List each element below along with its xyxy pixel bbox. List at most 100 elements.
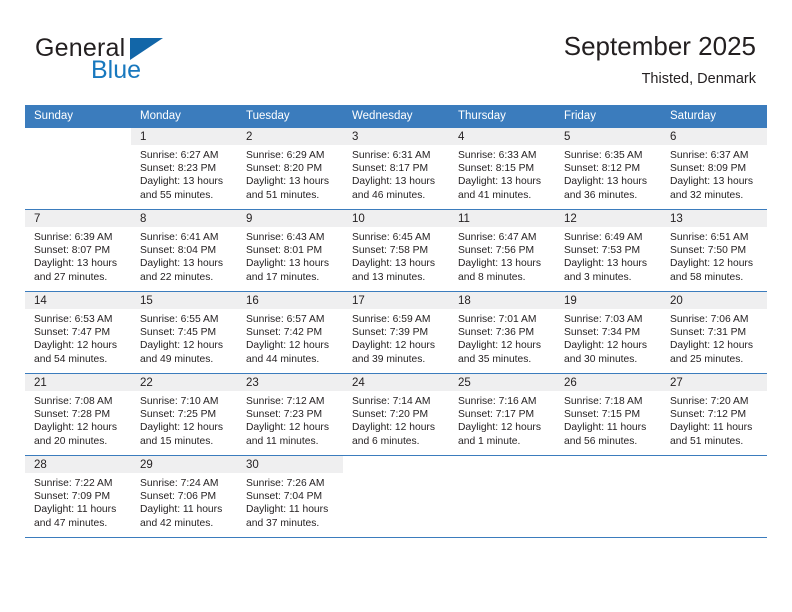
day-number-bar	[25, 128, 131, 145]
day-info-line: Sunrise: 6:51 AM	[670, 232, 749, 243]
day-number: 5	[564, 131, 571, 143]
day-info-line: Daylight: 11 hours	[140, 504, 223, 516]
day-info-line: and 36 minutes.	[564, 189, 638, 201]
day-cell-14[interactable]: 14 Sunrise: 6:53 AM Sunset: 7:47 PM Dayligh…	[25, 291, 131, 373]
day-number-bar: 14	[25, 292, 131, 309]
day-info-line: Sunrise: 7:06 AM	[670, 314, 749, 325]
day-info-line: Sunrise: 7:03 AM	[564, 314, 643, 325]
day-sun-info: Sunrise: 6:53 AM Sunset: 7:47 PM Daylight:…	[25, 309, 131, 366]
weekday-header-wednesday: Wednesday	[343, 105, 449, 127]
day-cell-13[interactable]: 13 Sunrise: 6:51 AM Sunset: 7:50 PM Dayligh…	[661, 209, 767, 291]
day-cell-4[interactable]: 4 Sunrise: 6:33 AM Sunset: 8:15 PM Daylight…	[449, 127, 555, 209]
calendar-cell: 13 Sunrise: 6:51 AM Sunset: 7:50 PM Dayligh…	[661, 209, 767, 291]
calendar-week-row: 21 Sunrise: 7:08 AM Sunset: 7:28 PM Dayligh…	[25, 373, 767, 455]
day-info-line: and 55 minutes.	[140, 189, 214, 201]
day-number: 9	[246, 213, 253, 225]
calendar-cell: 9 Sunrise: 6:43 AM Sunset: 8:01 PM Daylight…	[237, 209, 343, 291]
day-number-bar: 6	[661, 128, 767, 145]
day-number-bar: 4	[449, 128, 555, 145]
day-cell-29[interactable]: 29 Sunrise: 7:24 AM Sunset: 7:06 PM Dayligh…	[131, 455, 237, 537]
day-cell-15[interactable]: 15 Sunrise: 6:55 AM Sunset: 7:45 PM Dayligh…	[131, 291, 237, 373]
day-info-line: and 41 minutes.	[458, 189, 532, 201]
day-info-line: Daylight: 13 hours	[564, 258, 647, 270]
day-info-line: Daylight: 12 hours	[140, 340, 223, 352]
day-info-line: Sunrise: 6:43 AM	[246, 232, 325, 243]
day-info-line: Sunrise: 6:27 AM	[140, 150, 219, 161]
day-cell-26[interactable]: 26 Sunrise: 7:18 AM Sunset: 7:15 PM Dayligh…	[555, 373, 661, 455]
day-cell-24[interactable]: 24 Sunrise: 7:14 AM Sunset: 7:20 PM Dayligh…	[343, 373, 449, 455]
day-number: 7	[34, 213, 41, 225]
calendar-cell: 16 Sunrise: 6:57 AM Sunset: 7:42 PM Dayligh…	[237, 291, 343, 373]
day-cell-9[interactable]: 9 Sunrise: 6:43 AM Sunset: 8:01 PM Daylight…	[237, 209, 343, 291]
day-number: 3	[352, 131, 359, 143]
day-number-bar: 26	[555, 374, 661, 391]
day-info-line: and 49 minutes.	[140, 353, 214, 365]
day-cell-3[interactable]: 3 Sunrise: 6:31 AM Sunset: 8:17 PM Daylight…	[343, 127, 449, 209]
day-cell-22[interactable]: 22 Sunrise: 7:10 AM Sunset: 7:25 PM Dayligh…	[131, 373, 237, 455]
day-cell-2[interactable]: 2 Sunrise: 6:29 AM Sunset: 8:20 PM Daylight…	[237, 127, 343, 209]
weekday-header-thursday: Thursday	[449, 105, 555, 127]
day-cell-17[interactable]: 17 Sunrise: 6:59 AM Sunset: 7:39 PM Dayligh…	[343, 291, 449, 373]
day-cell-11[interactable]: 11 Sunrise: 6:47 AM Sunset: 7:56 PM Dayligh…	[449, 209, 555, 291]
day-info-line: Daylight: 13 hours	[246, 258, 329, 270]
day-cell-10[interactable]: 10 Sunrise: 6:45 AM Sunset: 7:58 PM Dayligh…	[343, 209, 449, 291]
general-blue-logo[interactable]: General Blue	[35, 34, 255, 90]
day-cell-empty	[661, 455, 767, 537]
calendar-body: 1 Sunrise: 6:27 AM Sunset: 8:23 PM Daylight…	[25, 127, 767, 538]
day-info-line: Daylight: 12 hours	[670, 258, 753, 270]
day-info-line: Sunset: 8:20 PM	[246, 163, 323, 175]
day-info-line: Daylight: 12 hours	[352, 422, 435, 434]
day-cell-1[interactable]: 1 Sunrise: 6:27 AM Sunset: 8:23 PM Daylight…	[131, 127, 237, 209]
calendar-cell: 3 Sunrise: 6:31 AM Sunset: 8:17 PM Daylight…	[343, 127, 449, 209]
day-number-bar	[343, 456, 449, 473]
calendar-cell: 6 Sunrise: 6:37 AM Sunset: 8:09 PM Daylight…	[661, 127, 767, 209]
calendar-cell: 11 Sunrise: 6:47 AM Sunset: 7:56 PM Dayligh…	[449, 209, 555, 291]
day-cell-21[interactable]: 21 Sunrise: 7:08 AM Sunset: 7:28 PM Dayligh…	[25, 373, 131, 455]
weekday-header-saturday: Saturday	[661, 105, 767, 127]
day-info-line: Sunrise: 6:33 AM	[458, 150, 537, 161]
day-info-line: Sunrise: 7:18 AM	[564, 396, 643, 407]
day-number-bar: 8	[131, 210, 237, 227]
day-number-bar: 22	[131, 374, 237, 391]
day-cell-28[interactable]: 28 Sunrise: 7:22 AM Sunset: 7:09 PM Dayligh…	[25, 455, 131, 537]
day-info-line: Daylight: 13 hours	[140, 176, 223, 188]
day-info-line: Sunset: 8:01 PM	[246, 245, 323, 257]
calendar-bottom-rule-cell	[555, 537, 661, 538]
day-cell-25[interactable]: 25 Sunrise: 7:16 AM Sunset: 7:17 PM Dayligh…	[449, 373, 555, 455]
day-cell-30[interactable]: 30 Sunrise: 7:26 AM Sunset: 7:04 PM Dayligh…	[237, 455, 343, 537]
day-info-line: Daylight: 12 hours	[458, 422, 541, 434]
day-cell-6[interactable]: 6 Sunrise: 6:37 AM Sunset: 8:09 PM Daylight…	[661, 127, 767, 209]
day-number: 11	[458, 213, 470, 225]
day-info-line: and 22 minutes.	[140, 271, 214, 283]
calendar-cell: 26 Sunrise: 7:18 AM Sunset: 7:15 PM Dayligh…	[555, 373, 661, 455]
day-cell-5[interactable]: 5 Sunrise: 6:35 AM Sunset: 8:12 PM Daylight…	[555, 127, 661, 209]
day-cell-20[interactable]: 20 Sunrise: 7:06 AM Sunset: 7:31 PM Dayligh…	[661, 291, 767, 373]
weekday-header-tuesday: Tuesday	[237, 105, 343, 127]
day-info-line: and 39 minutes.	[352, 353, 426, 365]
day-info-line: and 51 minutes.	[670, 435, 744, 447]
day-cell-8[interactable]: 8 Sunrise: 6:41 AM Sunset: 8:04 PM Daylight…	[131, 209, 237, 291]
day-cell-12[interactable]: 12 Sunrise: 6:49 AM Sunset: 7:53 PM Dayligh…	[555, 209, 661, 291]
day-number: 10	[352, 213, 365, 225]
day-number: 4	[458, 131, 465, 143]
day-cell-27[interactable]: 27 Sunrise: 7:20 AM Sunset: 7:12 PM Dayligh…	[661, 373, 767, 455]
weekday-header-row: Sunday Monday Tuesday Wednesday Thursday…	[25, 105, 767, 127]
calendar-cell: 12 Sunrise: 6:49 AM Sunset: 7:53 PM Dayligh…	[555, 209, 661, 291]
day-info-line: and 8 minutes.	[458, 271, 526, 283]
day-number	[555, 456, 661, 458]
day-info-line: Sunrise: 7:16 AM	[458, 396, 537, 407]
day-info-line: Daylight: 11 hours	[564, 422, 647, 434]
calendar-week-row: 14 Sunrise: 6:53 AM Sunset: 7:47 PM Dayligh…	[25, 291, 767, 373]
day-sun-info: Sunrise: 6:33 AM Sunset: 8:15 PM Daylight:…	[449, 145, 555, 202]
day-cell-16[interactable]: 16 Sunrise: 6:57 AM Sunset: 7:42 PM Dayligh…	[237, 291, 343, 373]
day-cell-19[interactable]: 19 Sunrise: 7:03 AM Sunset: 7:34 PM Dayligh…	[555, 291, 661, 373]
day-cell-23[interactable]: 23 Sunrise: 7:12 AM Sunset: 7:23 PM Dayligh…	[237, 373, 343, 455]
day-number-bar: 24	[343, 374, 449, 391]
day-number: 2	[246, 131, 253, 143]
day-info-line: Sunset: 7:45 PM	[140, 327, 217, 339]
day-info-line: Daylight: 13 hours	[140, 258, 223, 270]
day-sun-info: Sunrise: 6:29 AM Sunset: 8:20 PM Daylight:…	[237, 145, 343, 202]
day-cell-18[interactable]: 18 Sunrise: 7:01 AM Sunset: 7:36 PM Dayligh…	[449, 291, 555, 373]
day-cell-7[interactable]: 7 Sunrise: 6:39 AM Sunset: 8:07 PM Daylight…	[25, 209, 131, 291]
day-info-line: Sunrise: 7:26 AM	[246, 478, 325, 489]
